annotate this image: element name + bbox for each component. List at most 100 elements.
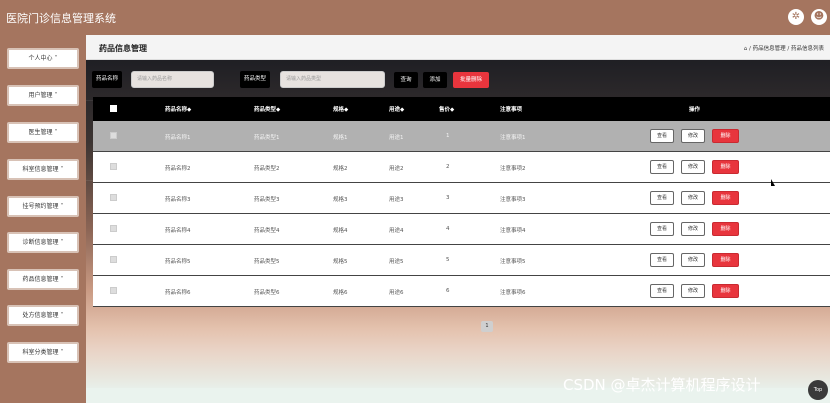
edit-button[interactable]: 修改 <box>681 191 705 205</box>
sidebar-item-departments[interactable]: 科室信息管理 ˅ <box>7 159 79 180</box>
row-checkbox[interactable] <box>110 256 117 263</box>
add-button[interactable]: 添加 <box>423 72 447 88</box>
edit-button[interactable]: 修改 <box>681 160 705 174</box>
cell-notes: 注意事项2 <box>500 166 526 172</box>
settings-icon[interactable]: ✲ <box>788 9 804 25</box>
top-bar: 医院门诊信息管理系统 ✲ ☻ <box>0 0 830 35</box>
cell-use: 用途6 <box>389 290 404 296</box>
column-header-name[interactable]: 药品名称◆ <box>165 105 191 113</box>
cell-price: 6 <box>446 288 450 294</box>
pagination-current-page[interactable]: 1 <box>481 321 493 332</box>
row-checkbox[interactable] <box>110 194 117 201</box>
cell-use: 用途2 <box>389 166 404 172</box>
mouse-cursor-icon <box>771 179 775 186</box>
column-header-use[interactable]: 用途◆ <box>389 105 404 113</box>
cell-type: 药品类型1 <box>254 135 280 141</box>
sidebar-item-appointments[interactable]: 挂号预约管理 ˅ <box>7 196 79 217</box>
view-button[interactable]: 查看 <box>650 253 674 267</box>
medicine-type-input[interactable]: 请输入药品类型 <box>280 71 385 88</box>
cell-use: 用途5 <box>389 259 404 265</box>
delete-button[interactable]: 删除 <box>712 160 739 174</box>
delete-button[interactable]: 删除 <box>712 129 739 143</box>
user-icon[interactable]: ☻ <box>811 9 827 25</box>
delete-button[interactable]: 删除 <box>712 191 739 205</box>
view-button[interactable]: 查看 <box>650 222 674 236</box>
view-button[interactable]: 查看 <box>650 129 674 143</box>
app-title: 医院门诊信息管理系统 <box>6 12 116 25</box>
cell-notes: 注意事项5 <box>500 259 526 265</box>
cell-type: 药品类型4 <box>254 228 280 234</box>
sidebar-item-diagnosis[interactable]: 诊断信息管理 ˅ <box>7 232 79 253</box>
column-header-notes: 注意事项 <box>500 107 523 113</box>
edit-button[interactable]: 修改 <box>681 129 705 143</box>
delete-button[interactable]: 删除 <box>712 284 739 298</box>
row-checkbox[interactable] <box>110 225 117 232</box>
watermark: CSDN @卓杰计算机程序设计 <box>563 376 761 394</box>
cell-spec: 规格1 <box>333 135 348 141</box>
sidebar-item-prescriptions[interactable]: 处方信息管理 ˅ <box>7 305 79 326</box>
medicine-table: 药品名称◆ 药品类型◆ 规格◆ 用途◆ 售价◆ 注意事项 操作 药品名称1 药品… <box>93 97 830 344</box>
view-button[interactable]: 查看 <box>650 284 674 298</box>
table-row: 药品名称1 药品类型1 规格1 用途1 1 注意事项1 查看 修改 删除 <box>93 121 830 152</box>
medicine-name-input[interactable]: 请输入药品名称 <box>131 71 214 88</box>
cell-notes: 注意事项6 <box>500 290 526 296</box>
cell-type: 药品类型6 <box>254 290 280 296</box>
page-header: 药品信息管理 ⌂ / 药品信息管理 / 药品信息列表 <box>86 35 830 60</box>
row-checkbox[interactable] <box>110 132 117 139</box>
cell-price: 3 <box>446 195 450 201</box>
cell-use: 用途1 <box>389 135 404 141</box>
cell-notes: 注意事项1 <box>500 135 526 141</box>
column-header-price[interactable]: 售价◆ <box>439 105 454 113</box>
cell-notes: 注意事项4 <box>500 228 526 234</box>
row-checkbox[interactable] <box>110 287 117 294</box>
breadcrumb[interactable]: ⌂ / 药品信息管理 / 药品信息列表 <box>744 44 824 52</box>
medicine-name-label: 药品名称 <box>92 71 123 88</box>
cell-name: 药品名称5 <box>165 259 191 265</box>
cell-spec: 规格5 <box>333 259 348 265</box>
edit-button[interactable]: 修改 <box>681 284 705 298</box>
view-button[interactable]: 查看 <box>650 160 674 174</box>
cell-price: 4 <box>446 226 450 232</box>
column-header-spec[interactable]: 规格◆ <box>333 105 348 113</box>
cell-spec: 规格2 <box>333 166 348 172</box>
cell-price: 5 <box>446 257 450 263</box>
medicine-type-label: 药品类型 <box>240 71 271 88</box>
sidebar-item-doctors[interactable]: 医生管理 ˅ <box>7 122 79 143</box>
main-content: 药品信息管理 ⌂ / 药品信息管理 / 药品信息列表 药品名称 请输入药品名称 … <box>86 35 830 403</box>
sidebar-item-medicines[interactable]: 药品信息管理 ˅ <box>7 269 79 290</box>
sidebar-item-users[interactable]: 用户管理 ˅ <box>7 85 79 106</box>
edit-button[interactable]: 修改 <box>681 253 705 267</box>
cell-use: 用途4 <box>389 228 404 234</box>
table-row: 药品名称3 药品类型3 规格3 用途3 3 注意事项3 查看 修改 删除 <box>93 183 830 214</box>
page-title: 药品信息管理 <box>99 44 147 53</box>
delete-button[interactable]: 删除 <box>712 253 739 267</box>
view-button[interactable]: 查看 <box>650 191 674 205</box>
cell-name: 药品名称3 <box>165 197 191 203</box>
batch-delete-button[interactable]: 批量删除 <box>453 72 489 88</box>
cell-spec: 规格3 <box>333 197 348 203</box>
cell-spec: 规格4 <box>333 228 348 234</box>
table-row: 药品名称6 药品类型6 规格6 用途6 6 注意事项6 查看 修改 删除 <box>93 276 830 307</box>
table-row: 药品名称4 药品类型4 规格4 用途4 4 注意事项4 查看 修改 删除 <box>93 214 830 245</box>
row-checkbox[interactable] <box>110 163 117 170</box>
cell-price: 2 <box>446 164 450 170</box>
select-all-checkbox[interactable] <box>110 105 117 112</box>
cell-notes: 注意事项3 <box>500 197 526 203</box>
sidebar: 个人中心 ˅ 用户管理 ˅ 医生管理 ˅ 科室信息管理 ˅ 挂号预约管理 ˅ 诊… <box>0 35 86 403</box>
back-to-top-button[interactable]: Top <box>808 380 828 400</box>
sidebar-item-personal-center[interactable]: 个人中心 ˅ <box>7 48 79 69</box>
cell-use: 用途3 <box>389 197 404 203</box>
cell-price: 1 <box>446 133 450 139</box>
table-row: 药品名称2 药品类型2 规格2 用途2 2 注意事项2 查看 修改 删除 <box>93 152 830 183</box>
cell-name: 药品名称6 <box>165 290 191 296</box>
query-button[interactable]: 查询 <box>394 72 418 88</box>
cell-name: 药品名称1 <box>165 135 191 141</box>
sidebar-item-department-categories[interactable]: 科室分类管理 ˅ <box>7 342 79 363</box>
cell-spec: 规格6 <box>333 290 348 296</box>
column-header-type[interactable]: 药品类型◆ <box>254 105 280 113</box>
cell-name: 药品名称2 <box>165 166 191 172</box>
cell-type: 药品类型2 <box>254 166 280 172</box>
column-header-actions: 操作 <box>689 107 701 113</box>
delete-button[interactable]: 删除 <box>712 222 739 236</box>
edit-button[interactable]: 修改 <box>681 222 705 236</box>
